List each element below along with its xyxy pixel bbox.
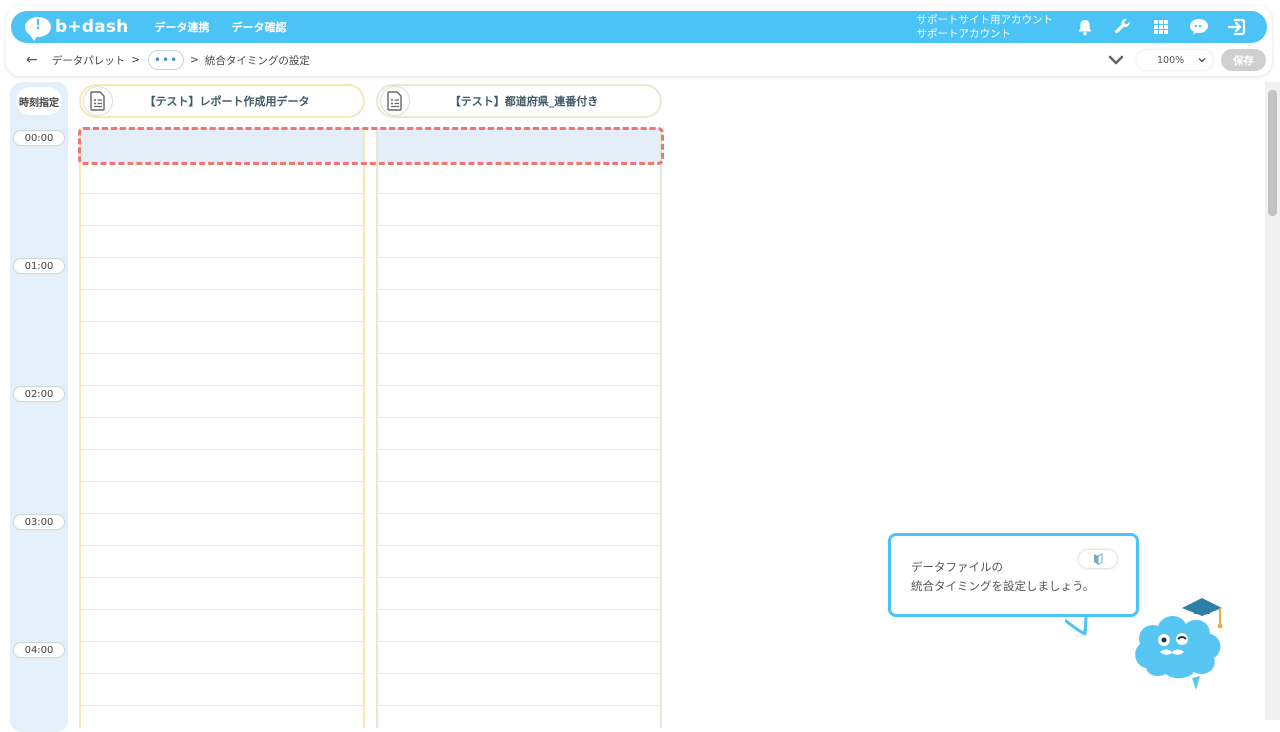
time-spec-button[interactable]: 時刻指定 [16,87,62,115]
time-label: 00:00 [13,130,65,146]
account-user: サポートアカウント [916,28,1012,40]
breadcrumb-current: 統合タイミングの設定 [204,54,310,67]
time-slot[interactable] [81,642,363,674]
scrollbar-thumb[interactable] [1268,90,1277,216]
beginner-mark-toggle[interactable] [1079,550,1117,568]
time-slot[interactable] [81,546,363,578]
zoom-value: 100% [1157,54,1185,66]
time-column: 時刻指定 00:00 01:00 02:00 03:00 04:00 [10,82,68,732]
time-slot[interactable] [378,354,660,386]
time-label: 04:00 [13,642,65,658]
time-slot[interactable] [81,258,363,290]
dataset-column [79,128,365,728]
header: ! b+dash データ連携 データ確認 サポートサイト用アカウント サポートア… [6,6,1272,76]
top-nav: データ連携 データ確認 [154,19,286,35]
back-arrow-icon[interactable]: ← [26,52,38,68]
chat-support-icon[interactable] [1189,17,1209,37]
time-slot[interactable] [378,162,660,194]
time-slot[interactable] [81,418,363,450]
top-icons [1075,17,1247,37]
time-slot[interactable] [378,322,660,354]
mascot-icon [1135,598,1223,690]
time-slot[interactable] [81,610,363,642]
time-slot[interactable] [81,450,363,482]
toolbar: 100% 保存 [1107,49,1266,71]
tooltip-line: データファイルの [911,560,1003,574]
save-button[interactable]: 保存 [1221,49,1266,71]
dropdown-chevron-icon [1198,57,1206,63]
time-slot[interactable] [378,130,660,162]
account-name: サポートサイト用アカウント [916,14,1054,26]
time-slot[interactable] [81,322,363,354]
time-slot[interactable] [378,546,660,578]
app-logo[interactable]: ! b+dash [25,17,129,41]
time-slot[interactable] [378,674,660,706]
time-slot[interactable] [378,514,660,546]
breadcrumb-separator: > [131,54,141,66]
breadcrumb-more-button[interactable]: ••• [148,50,185,70]
tooltip-tail [1065,617,1088,636]
bell-icon[interactable] [1075,17,1095,37]
dataset-title: 【テスト】都道府県_連番付き [449,95,599,108]
grid-icon[interactable] [1151,17,1171,37]
time-slot[interactable] [378,290,660,322]
top-navbar: ! b+dash データ連携 データ確認 サポートサイト用アカウント サポートア… [11,11,1267,43]
dataset-title: 【テスト】レポート作成用データ [144,95,310,108]
time-label: 02:00 [13,386,65,402]
time-label: 01:00 [13,258,65,274]
nav-data-integration[interactable]: データ連携 [154,19,209,35]
logo-text: b+dash [55,17,129,37]
time-slot[interactable] [378,194,660,226]
time-slot[interactable] [81,354,363,386]
time-slot[interactable] [81,290,363,322]
chevron-down-icon[interactable] [1107,51,1125,69]
time-slot[interactable] [378,610,660,642]
time-slot[interactable] [81,130,363,162]
breadcrumb-bar: ← データパレット > ••• > 統合タイミングの設定 100% 保存 [6,46,1272,74]
time-label: 03:00 [13,514,65,530]
time-slot[interactable] [378,418,660,450]
beginner-mark-icon [1094,553,1103,565]
breadcrumb-data-palette[interactable]: データパレット [52,53,126,68]
time-slot[interactable] [378,450,660,482]
time-slot[interactable] [378,482,660,514]
breadcrumb-separator: > [190,54,199,66]
wrench-icon[interactable] [1113,17,1133,37]
time-slot[interactable] [81,226,363,258]
zoom-select[interactable]: 100% [1137,50,1213,70]
time-slot[interactable] [378,258,660,290]
time-slot[interactable] [378,706,660,728]
time-slot[interactable] [378,386,660,418]
tooltip-line: 統合タイミングを設定しましょう。 [911,579,1095,593]
time-slot[interactable] [81,674,363,706]
dataset-header[interactable]: 【テスト】都道府県_連番付き [376,84,662,118]
time-slot[interactable] [81,578,363,610]
document-icon [380,86,410,116]
time-slot[interactable] [81,482,363,514]
account-info[interactable]: サポートサイト用アカウント サポートアカウント [917,13,1054,41]
time-slot[interactable] [378,226,660,258]
tooltip-text: データファイルの 統合タイミングを設定しましょう。 [911,558,1094,596]
guide-tooltip: データファイルの 統合タイミングを設定しましょう。 [888,533,1139,636]
time-slot[interactable] [81,386,363,418]
time-slot[interactable] [81,706,363,728]
time-slot[interactable] [378,642,660,674]
time-slot[interactable] [378,578,660,610]
time-slot[interactable] [81,162,363,194]
logo-bubble-icon: ! [25,17,51,41]
document-icon [83,86,113,116]
dataset-column [376,128,662,728]
dataset-header[interactable]: 【テスト】レポート作成用データ [79,84,365,118]
vertical-scrollbar[interactable] [1265,82,1280,720]
logout-icon[interactable] [1227,17,1247,37]
nav-data-check[interactable]: データ確認 [231,19,286,35]
time-slot[interactable] [81,194,363,226]
time-slot[interactable] [81,514,363,546]
